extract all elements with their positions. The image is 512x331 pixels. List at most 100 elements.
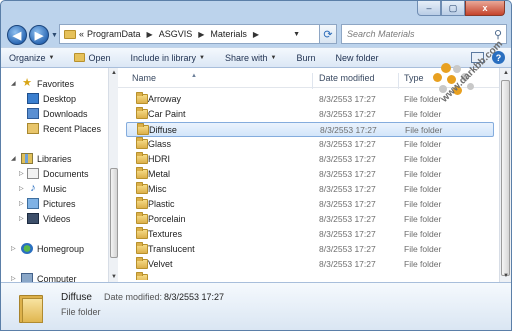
expand-triangle-icon[interactable]: ▷: [19, 215, 24, 222]
file-name: Plastic: [148, 199, 175, 209]
scroll-down-arrow-icon[interactable]: ▼: [500, 271, 511, 282]
sidebar-item-music[interactable]: ♪ Music: [27, 183, 66, 194]
folder-icon: [136, 272, 148, 280]
sidebar-item-desktop[interactable]: Desktop: [27, 93, 76, 104]
breadcrumb-separator-icon[interactable]: ▶: [253, 30, 259, 39]
file-type: File folder: [404, 154, 442, 164]
sidebar-item-computer[interactable]: Computer: [21, 273, 77, 282]
navigation-pane-scrollbar[interactable]: ▲ ▼: [108, 68, 118, 282]
address-dropdown-chevron-icon[interactable]: ▼: [293, 31, 300, 38]
file-row[interactable]: Arroway 8/3/2553 17:27 File folder: [126, 92, 494, 107]
breadcrumb-overflow[interactable]: «: [79, 29, 84, 39]
expand-triangle-icon[interactable]: ▷: [11, 275, 16, 282]
expand-triangle-icon[interactable]: ▷: [11, 245, 16, 252]
address-bar[interactable]: « ProgramData ▶ ASGVIS ▶ Materials ▶ ▼: [59, 24, 321, 44]
back-button[interactable]: ◀: [7, 25, 27, 45]
burn-button[interactable]: Burn: [296, 53, 315, 63]
column-header-type[interactable]: Type: [404, 73, 424, 83]
file-name: Metal: [148, 169, 171, 179]
share-with-button[interactable]: Share with ▼: [225, 53, 276, 63]
expand-triangle-icon[interactable]: ▷: [19, 185, 24, 192]
sidebar-item-label: Downloads: [43, 108, 88, 119]
sidebar-item-pictures[interactable]: Pictures: [27, 198, 76, 209]
file-row[interactable]: HDRI 8/3/2553 17:27 File folder: [126, 152, 494, 167]
column-header-name[interactable]: Name: [132, 73, 156, 83]
scrollbar-thumb[interactable]: [501, 80, 510, 276]
file-name: HDRI: [148, 154, 170, 164]
share-with-label: Share with: [225, 52, 268, 63]
sidebar-item-documents[interactable]: Documents: [27, 168, 89, 179]
sidebar-item-favorites[interactable]: ★ Favorites: [21, 78, 74, 89]
column-divider[interactable]: [398, 73, 399, 89]
file-name: Textures: [148, 229, 183, 239]
open-button[interactable]: Open: [74, 53, 111, 63]
file-row[interactable]: Porcelain 8/3/2553 17:27 File folder: [126, 212, 494, 227]
new-folder-label: New folder: [335, 52, 379, 63]
file-name: Glass: [148, 139, 172, 149]
videos-icon: [27, 213, 39, 224]
file-date: 8/3/2553 17:27: [319, 229, 376, 239]
collapse-triangle-icon[interactable]: ◢: [11, 80, 16, 87]
breadcrumb-separator-icon[interactable]: ▶: [198, 30, 204, 39]
explorer-window: – ▢ x ◀ ▶ ▼ « ProgramData ▶ ASGVIS ▶ Mat…: [0, 0, 512, 331]
folder-icon: [136, 137, 148, 149]
folder-icon: [19, 291, 45, 323]
scroll-up-arrow-icon[interactable]: ▲: [500, 68, 511, 79]
new-folder-button[interactable]: New folder: [336, 53, 379, 63]
file-row[interactable]: Textures 8/3/2553 17:27 File folder: [126, 227, 494, 242]
refresh-icon: ⟳: [323, 28, 333, 41]
collapse-triangle-icon[interactable]: ◢: [11, 155, 16, 162]
scrollbar-thumb[interactable]: [110, 168, 118, 258]
search-icon[interactable]: ⚲: [494, 28, 502, 41]
breadcrumb-separator-icon[interactable]: ▶: [147, 30, 153, 39]
breadcrumb-materials[interactable]: Materials: [210, 29, 247, 39]
expand-triangle-icon[interactable]: ▷: [19, 170, 24, 177]
recent-pages-chevron-icon[interactable]: ▼: [51, 32, 58, 39]
sidebar-item-libraries[interactable]: Libraries: [21, 153, 72, 164]
column-divider[interactable]: [312, 73, 313, 89]
sidebar-item-homegroup[interactable]: Homegroup: [21, 243, 84, 254]
maximize-button[interactable]: ▢: [441, 1, 465, 16]
search-box[interactable]: ⚲: [341, 24, 507, 44]
command-toolbar: Organize ▼ Open Include in library ▼ Sha…: [1, 47, 511, 68]
file-row[interactable]: Velvet 8/3/2553 17:27 File folder: [126, 257, 494, 272]
breadcrumb-programdata[interactable]: ProgramData: [87, 29, 141, 39]
file-type: File folder: [404, 229, 442, 239]
organize-label: Organize: [9, 52, 46, 63]
file-row-partial[interactable]: [126, 272, 494, 280]
sidebar-item-recent-places[interactable]: Recent Places: [27, 123, 101, 134]
column-header-date-modified[interactable]: Date modified: [319, 73, 375, 83]
change-view-icon[interactable]: [471, 52, 484, 63]
help-icon[interactable]: ?: [492, 51, 505, 64]
file-row[interactable]: Translucent 8/3/2553 17:27 File folder: [126, 242, 494, 257]
file-row[interactable]: Glass 8/3/2553 17:27 File folder: [126, 137, 494, 152]
file-list-scrollbar[interactable]: ▲ ▼: [499, 68, 511, 282]
sidebar-item-label: Pictures: [43, 198, 76, 209]
navigation-pane: ◢ ★ Favorites Desktop Downloads Recent P…: [1, 68, 109, 282]
expand-triangle-icon[interactable]: ▷: [19, 200, 24, 207]
organize-button[interactable]: Organize ▼: [9, 53, 54, 63]
file-row[interactable]: Plastic 8/3/2553 17:27 File folder: [126, 197, 494, 212]
folder-icon: [64, 29, 76, 39]
file-row[interactable]: Car Paint 8/3/2553 17:27 File folder: [126, 107, 494, 122]
file-row[interactable]: Misc 8/3/2553 17:27 File folder: [126, 182, 494, 197]
file-date: 8/3/2553 17:27: [319, 109, 376, 119]
search-input[interactable]: [347, 29, 487, 39]
file-name: Misc: [148, 184, 167, 194]
refresh-button[interactable]: ⟳: [319, 24, 337, 44]
forward-button[interactable]: ▶: [29, 25, 49, 45]
file-name: Arroway: [148, 94, 182, 104]
sidebar-item-downloads[interactable]: Downloads: [27, 108, 88, 119]
include-in-library-button[interactable]: Include in library ▼: [131, 53, 205, 63]
folder-icon: [136, 197, 148, 209]
close-button[interactable]: x: [465, 1, 505, 16]
minimize-button[interactable]: –: [417, 1, 441, 16]
file-name: Translucent: [148, 244, 195, 254]
file-name: Porcelain: [148, 214, 186, 224]
file-row-selected[interactable]: Diffuse 8/3/2553 17:27 File folder: [126, 122, 494, 137]
sort-indicator-icon: ▲: [191, 73, 197, 79]
breadcrumb-asgvis[interactable]: ASGVIS: [159, 29, 193, 39]
sidebar-item-label: Recent Places: [43, 123, 102, 134]
sidebar-item-videos[interactable]: Videos: [27, 213, 70, 224]
file-row[interactable]: Metal 8/3/2553 17:27 File folder: [126, 167, 494, 182]
